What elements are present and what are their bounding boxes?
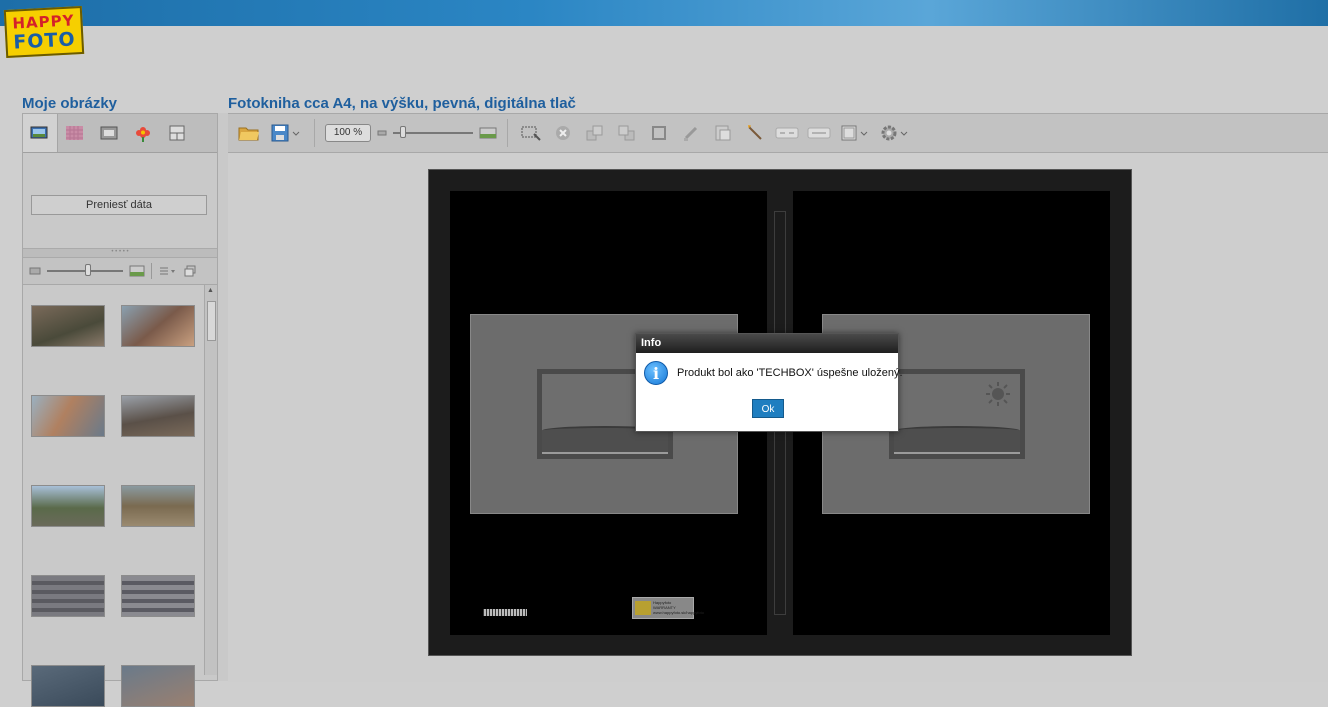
sticker-text: Happyfoto WARRANTY www.happyfoto.sk/happ… <box>653 600 704 615</box>
send-backward-icon <box>618 125 635 141</box>
edit-button[interactable] <box>678 120 704 146</box>
layouts-icon <box>169 125 185 141</box>
image-placeholder-icon <box>889 369 1025 459</box>
dialog-title: Info <box>636 334 898 353</box>
left-tabs <box>23 114 217 153</box>
photo-thumbnail[interactable] <box>31 485 105 527</box>
bring-forward-icon <box>586 125 603 141</box>
arrows-in-icon <box>775 127 799 139</box>
sticker-logo <box>635 601 651 615</box>
magic-wand-button[interactable] <box>742 120 768 146</box>
crop-icon <box>652 126 666 140</box>
magic-wand-icon <box>748 125 762 140</box>
send-backward-button[interactable] <box>614 120 640 146</box>
top-banner <box>0 0 1328 26</box>
rotate-icon <box>715 125 731 141</box>
page-layout-icon <box>841 125 868 141</box>
info-dialog: Info i Produkt bol ako 'TECHBOX' úspešne… <box>635 333 903 432</box>
cliparts-icon <box>136 127 150 142</box>
dialog-message: Produkt bol ako 'TECHBOX' úspešne uložen… <box>677 367 903 379</box>
photo-thumbnail[interactable] <box>121 395 195 437</box>
delete-button[interactable] <box>550 120 576 146</box>
zoom-field[interactable]: 100 % <box>325 124 371 142</box>
zoom-slider-knob[interactable] <box>400 126 407 138</box>
open-button[interactable] <box>236 120 262 146</box>
sun-icon <box>986 382 1010 406</box>
photo-thumbnail[interactable] <box>31 575 105 617</box>
barcode <box>483 609 527 616</box>
product-title: Fotokniha cca A4, na výšku, pevná, digit… <box>228 95 576 112</box>
ok-button[interactable]: Ok <box>752 399 784 418</box>
thumbnail-slider-knob[interactable] <box>85 264 91 276</box>
photo-thumbnail[interactable] <box>121 305 195 347</box>
tab-backgrounds[interactable] <box>58 114 92 152</box>
zoom-slider[interactable] <box>393 125 473 141</box>
backgrounds-icon <box>66 126 83 140</box>
add-text-frame-button[interactable] <box>518 120 544 146</box>
editor-toolbar: 100 % <box>228 114 1328 153</box>
brush-icon <box>684 126 698 141</box>
photo-thumbnail[interactable] <box>31 305 105 347</box>
thumbnail-toolbar <box>23 258 217 285</box>
left-panel: Preniesť dáta • • • • • ▲ <box>22 113 218 707</box>
sort-icon[interactable] <box>158 265 178 277</box>
tab-frames[interactable] <box>92 114 126 152</box>
happyfoto-sticker: Happyfoto WARRANTY www.happyfoto.sk/happ… <box>632 597 704 619</box>
toolbar-separator <box>151 263 152 279</box>
delete-icon <box>556 126 570 140</box>
tab-my-images[interactable] <box>23 114 58 152</box>
my-images-title: Moje obrázky <box>22 95 118 112</box>
settings-dropdown[interactable] <box>878 120 912 146</box>
zoom-out-icon[interactable] <box>377 129 387 137</box>
tab-layouts[interactable] <box>160 114 194 152</box>
swap-vertical-button[interactable] <box>806 120 832 146</box>
toolbar-separator <box>314 119 315 147</box>
tab-cliparts[interactable] <box>126 114 160 152</box>
photo-thumbnail[interactable] <box>121 485 195 527</box>
zoom-out-thumbs-icon[interactable] <box>29 266 41 276</box>
folder-icon <box>238 127 259 141</box>
photo-thumbnail[interactable] <box>121 575 195 617</box>
page-layout-dropdown[interactable] <box>838 120 872 146</box>
scrollbar-thumb[interactable] <box>207 301 216 341</box>
photo-thumbnail[interactable] <box>31 665 105 707</box>
happyfoto-logo: HAPPY FOTO <box>3 5 85 59</box>
save-button[interactable] <box>268 120 304 146</box>
transfer-data-button[interactable]: Preniesť dáta <box>31 195 207 215</box>
panel-splitter[interactable]: • • • • • <box>23 248 217 258</box>
arrows-out-icon <box>807 127 831 139</box>
transfer-area: Preniesť dáta <box>23 153 217 248</box>
logo-line-2: FOTO <box>12 28 77 54</box>
swap-horizontal-button[interactable] <box>774 120 800 146</box>
window-icon[interactable] <box>184 265 196 277</box>
thumbnail-grid: ▲ <box>23 285 217 707</box>
photo-thumbnail[interactable] <box>31 395 105 437</box>
frames-icon <box>100 126 118 140</box>
zoom-in-thumbs-icon[interactable] <box>129 265 145 277</box>
text-frame-icon <box>521 126 541 141</box>
zoom-in-icon[interactable] <box>479 127 497 139</box>
my-images-icon <box>30 126 48 139</box>
placeholder-ground <box>894 426 1020 454</box>
scroll-up-icon[interactable]: ▲ <box>207 287 214 294</box>
thumbnail-scrollbar[interactable]: ▲ <box>204 285 217 675</box>
crop-button[interactable] <box>646 120 672 146</box>
thumbnail-size-slider[interactable] <box>47 263 123 279</box>
toolbar-separator <box>507 119 508 147</box>
rotate-button[interactable] <box>710 120 736 146</box>
save-icon <box>271 124 300 142</box>
gear-icon <box>881 125 908 141</box>
photo-thumbnail[interactable] <box>121 665 195 707</box>
info-icon: i <box>644 361 668 385</box>
bring-forward-button[interactable] <box>582 120 608 146</box>
